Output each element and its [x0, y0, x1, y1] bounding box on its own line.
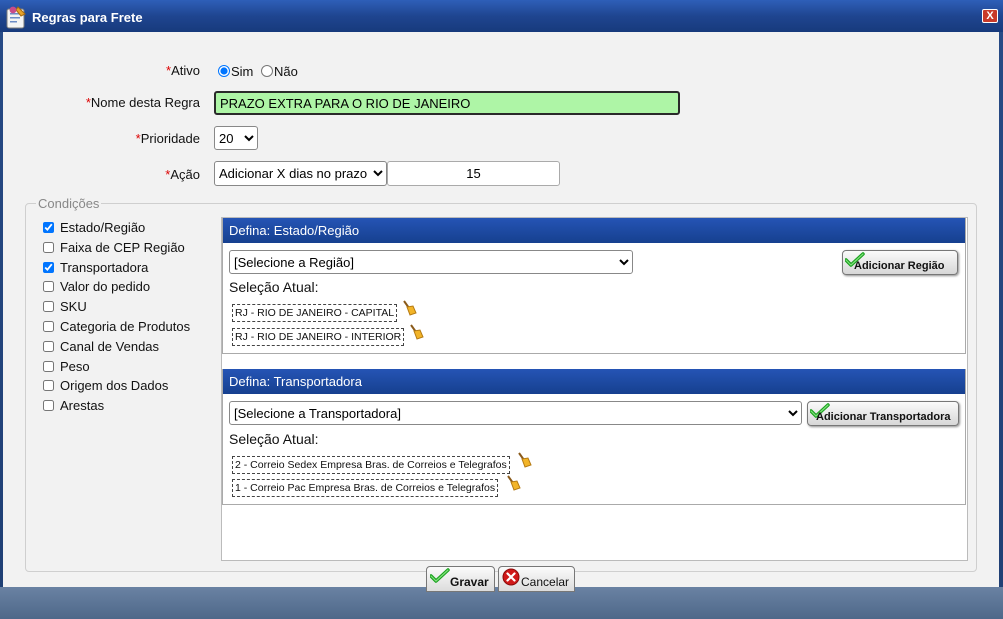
region-select[interactable]: [Selecione a Região]	[229, 250, 633, 274]
close-button[interactable]: X	[982, 9, 998, 23]
selected-region-item: RJ - RIO DE JANEIRO - INTERIOR	[232, 328, 405, 346]
condition-peso[interactable]: Peso	[42, 359, 190, 379]
window-title: Regras para Frete	[32, 10, 143, 25]
action-select[interactable]: Adicionar X dias no prazo	[214, 161, 387, 186]
condition-checkbox[interactable]	[43, 360, 54, 372]
ativo-nao-radio[interactable]	[261, 65, 274, 77]
conditions-list: Estado/Região Faixa de CEP Região Transp…	[42, 220, 190, 418]
carrier-select[interactable]: [Selecione a Transportadora]	[229, 401, 802, 425]
condition-checkbox[interactable]	[43, 320, 54, 332]
conditions-legend: Condições	[38, 196, 100, 211]
condition-checkbox[interactable]	[43, 241, 54, 253]
condition-checkbox[interactable]	[43, 301, 54, 313]
days-input[interactable]	[387, 161, 560, 186]
condition-checkbox[interactable]	[43, 281, 54, 293]
dialog-window: Regras para Frete X *Ativo Sim Não *Nome…	[0, 0, 1003, 619]
condition-checkbox[interactable]	[43, 222, 54, 233]
ativo-nao-option[interactable]: Não	[261, 64, 298, 79]
condition-faixa-cep[interactable]: Faixa de CEP Região	[42, 240, 190, 260]
cancel-button[interactable]: Cancelar	[498, 566, 575, 592]
broom-icon[interactable]	[401, 300, 417, 316]
save-button[interactable]: Gravar	[426, 566, 495, 592]
close-icon: X	[986, 10, 994, 22]
add-carrier-button[interactable]: Adicionar Transportadora	[807, 401, 959, 426]
title-bar[interactable]: Regras para Frete X	[0, 0, 1003, 32]
condition-sku[interactable]: SKU	[42, 299, 190, 319]
section-title: Defina: Transportadora	[223, 369, 965, 394]
form-edit-icon	[5, 4, 29, 30]
condition-transportadora[interactable]: Transportadora	[42, 260, 190, 280]
condition-arestas[interactable]: Arestas	[42, 398, 190, 418]
condition-origem-dados[interactable]: Origem dos Dados	[42, 378, 190, 398]
broom-icon[interactable]	[516, 452, 532, 468]
nome-label: *Nome desta Regra	[85, 95, 200, 110]
rule-name-input[interactable]	[214, 91, 680, 115]
condition-checkbox[interactable]	[43, 340, 54, 352]
section-estado-regiao: Defina: Estado/Região [Selecione a Regiã…	[222, 218, 966, 354]
current-selection-label: Seleção Atual:	[229, 431, 319, 447]
prioridade-label: *Prioridade	[135, 131, 200, 146]
broom-icon[interactable]	[408, 324, 424, 340]
ativo-sim-option[interactable]: Sim	[218, 64, 253, 79]
condition-checkbox[interactable]	[43, 380, 54, 392]
green-check-icon	[429, 568, 450, 587]
priority-select[interactable]: 20	[214, 126, 258, 150]
condition-checkbox[interactable]	[43, 261, 54, 273]
selected-carrier-item: 2 - Correio Sedex Empresa Bras. de Corre…	[232, 456, 510, 474]
ativo-label: *Ativo	[166, 63, 200, 78]
section-title: Defina: Estado/Região	[223, 218, 965, 243]
section-transportadora: Defina: Transportadora [Selecione a Tran…	[222, 369, 966, 505]
condition-canal-vendas[interactable]: Canal de Vendas	[42, 339, 190, 359]
current-selection-label: Seleção Atual:	[229, 279, 319, 295]
form-content: *Ativo Sim Não *Nome desta Regra *Priori…	[3, 32, 999, 587]
condition-categoria[interactable]: Categoria de Produtos	[42, 319, 190, 339]
ativo-sim-radio[interactable]	[218, 65, 230, 77]
selected-region-item: RJ - RIO DE JANEIRO - CAPITAL	[232, 304, 398, 322]
selected-carrier-item: 1 - Correio Pac Empresa Bras. de Correio…	[232, 479, 499, 497]
condition-checkbox[interactable]	[43, 400, 54, 412]
ativo-radio-group: Sim Não	[218, 64, 302, 79]
red-cancel-icon	[502, 568, 520, 589]
condition-valor-pedido[interactable]: Valor do pedido	[42, 279, 190, 299]
broom-icon[interactable]	[505, 475, 521, 491]
acao-label: *Ação	[165, 167, 200, 182]
add-region-button[interactable]: Adicionar Região	[842, 250, 958, 275]
condition-estado-regiao[interactable]: Estado/Região	[42, 220, 190, 240]
